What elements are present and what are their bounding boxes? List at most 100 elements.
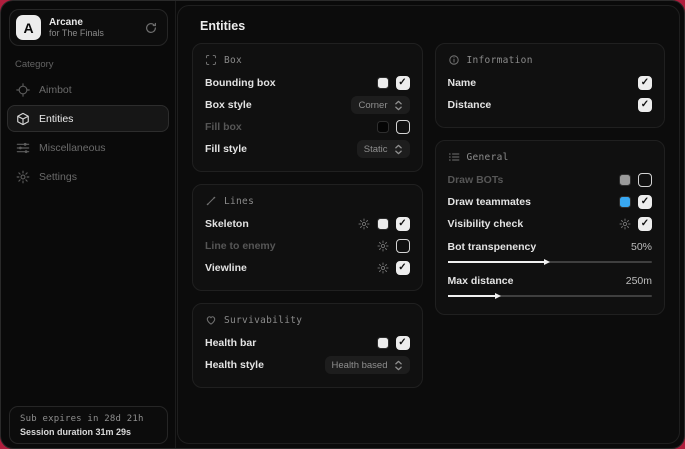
max-distance-slider[interactable]: [448, 295, 653, 297]
setting-label: Bot transpenency: [448, 241, 537, 253]
setting-label: Visibility check: [448, 218, 524, 230]
setting-label: Draw BOTs: [448, 174, 504, 186]
sidebar: A Arcane for The Finals Category Aimbot: [1, 1, 176, 448]
general-card: General Draw BOTs Draw teammates: [435, 140, 666, 315]
info-icon: [448, 54, 460, 66]
color-swatch[interactable]: [377, 121, 389, 133]
setting-label: Distance: [448, 99, 492, 111]
color-swatch[interactable]: [619, 174, 631, 186]
color-swatch[interactable]: [377, 77, 389, 89]
checkbox[interactable]: [396, 239, 410, 253]
checkbox[interactable]: [396, 76, 410, 90]
config-gear-icon[interactable]: [619, 218, 631, 230]
checkbox[interactable]: [396, 261, 410, 275]
setting-label: Health style: [205, 359, 264, 371]
category-label: Category: [15, 59, 175, 70]
setting-label: Fill style: [205, 143, 247, 155]
card-title: General: [467, 152, 509, 163]
card-title: Information: [467, 55, 533, 66]
card-title: Lines: [224, 196, 254, 207]
fill-style-dropdown[interactable]: Static: [357, 140, 410, 158]
setting-row-fill-box: Fill box: [205, 116, 410, 138]
box-style-dropdown[interactable]: Corner: [351, 96, 409, 114]
survivability-card-header: Survivability: [205, 314, 410, 326]
app-window: A Arcane for The Finals Category Aimbot: [0, 0, 685, 449]
session-duration-text: Session duration 31m 29s: [20, 427, 157, 437]
config-gear-icon[interactable]: [358, 218, 370, 230]
setting-label: Max distance: [448, 275, 514, 287]
bot-transparency-slider[interactable]: [448, 261, 653, 263]
color-swatch[interactable]: [619, 196, 631, 208]
checkbox[interactable]: [396, 120, 410, 134]
checkbox[interactable]: [396, 336, 410, 350]
sidebar-item-entities[interactable]: Entities: [7, 105, 169, 132]
setting-label: Draw teammates: [448, 196, 531, 208]
page-title: Entities: [178, 6, 679, 43]
card-title: Box: [224, 55, 242, 66]
sidebar-item-settings[interactable]: Settings: [7, 163, 169, 190]
setting-label: Fill box: [205, 121, 242, 133]
chevron-updown-icon: [394, 144, 403, 155]
setting-row-health-bar: Health bar: [205, 332, 410, 354]
setting-row-bot-transparency: Bot transpenency 50%: [448, 235, 653, 269]
checkbox[interactable]: [638, 217, 652, 231]
checkbox[interactable]: [638, 195, 652, 209]
setting-row-distance: Distance: [448, 94, 653, 116]
box-card-header: Box: [205, 54, 410, 66]
checkbox[interactable]: [396, 217, 410, 231]
information-card: Information Name Distance: [435, 43, 666, 128]
heart-icon: [205, 314, 217, 326]
slider-value: 50%: [631, 241, 652, 253]
setting-row-max-distance: Max distance 250m: [448, 269, 653, 303]
setting-row-skeleton: Skeleton: [205, 213, 410, 235]
checkbox[interactable]: [638, 173, 652, 187]
config-gear-icon[interactable]: [377, 262, 389, 274]
sidebar-item-aimbot[interactable]: Aimbot: [7, 76, 169, 103]
setting-row-line-to-enemy: Line to enemy: [205, 235, 410, 257]
list-icon: [448, 151, 460, 163]
gear-icon: [16, 170, 30, 184]
setting-row-viewline: Viewline: [205, 257, 410, 279]
sync-icon[interactable]: [144, 21, 158, 35]
setting-row-box-style: Box style Corner: [205, 94, 410, 116]
right-column: Information Name Distance: [435, 43, 666, 388]
setting-label: Name: [448, 77, 477, 89]
setting-row-bounding-box: Bounding box: [205, 72, 410, 94]
slider-value: 250m: [626, 275, 652, 287]
cube-icon: [16, 112, 30, 126]
crosshair-icon: [16, 83, 30, 97]
health-style-dropdown[interactable]: Health based: [325, 356, 410, 374]
sidebar-item-miscellaneous[interactable]: Miscellaneous: [7, 134, 169, 161]
setting-label: Bounding box: [205, 77, 276, 89]
color-swatch[interactable]: [377, 218, 389, 230]
slider-fill: [448, 261, 544, 263]
dropdown-value: Health based: [332, 360, 388, 371]
general-card-header: General: [448, 151, 653, 163]
diagonal-line-icon: [205, 195, 217, 207]
dropdown-value: Static: [364, 144, 388, 155]
checkbox[interactable]: [638, 98, 652, 112]
sidebar-item-label: Miscellaneous: [39, 142, 106, 154]
sliders-icon: [16, 141, 30, 155]
main-panel: Entities Box Bounding box: [177, 5, 680, 444]
setting-row-draw-bots: Draw BOTs: [448, 169, 653, 191]
setting-label: Line to enemy: [205, 240, 276, 252]
checkbox[interactable]: [638, 76, 652, 90]
sidebar-item-label: Entities: [39, 113, 73, 125]
setting-label: Viewline: [205, 262, 247, 274]
chevron-updown-icon: [394, 100, 403, 111]
color-swatch[interactable]: [377, 337, 389, 349]
sidebar-item-label: Settings: [39, 171, 77, 183]
app-subtitle: for The Finals: [49, 28, 136, 38]
setting-label: Box style: [205, 99, 252, 111]
config-gear-icon[interactable]: [377, 240, 389, 252]
card-title: Survivability: [224, 315, 302, 326]
app-logo: A: [16, 15, 41, 40]
sidebar-nav: Aimbot Entities: [1, 76, 175, 190]
sidebar-item-label: Aimbot: [39, 84, 72, 96]
setting-row-health-style: Health style Health based: [205, 354, 410, 376]
subscription-status-box: Sub expires in 28d 21h Session duration …: [9, 406, 168, 444]
lines-card: Lines Skeleton: [192, 184, 423, 291]
box-card: Box Bounding box Box style Corner: [192, 43, 423, 172]
left-column: Box Bounding box Box style Corner: [192, 43, 423, 388]
